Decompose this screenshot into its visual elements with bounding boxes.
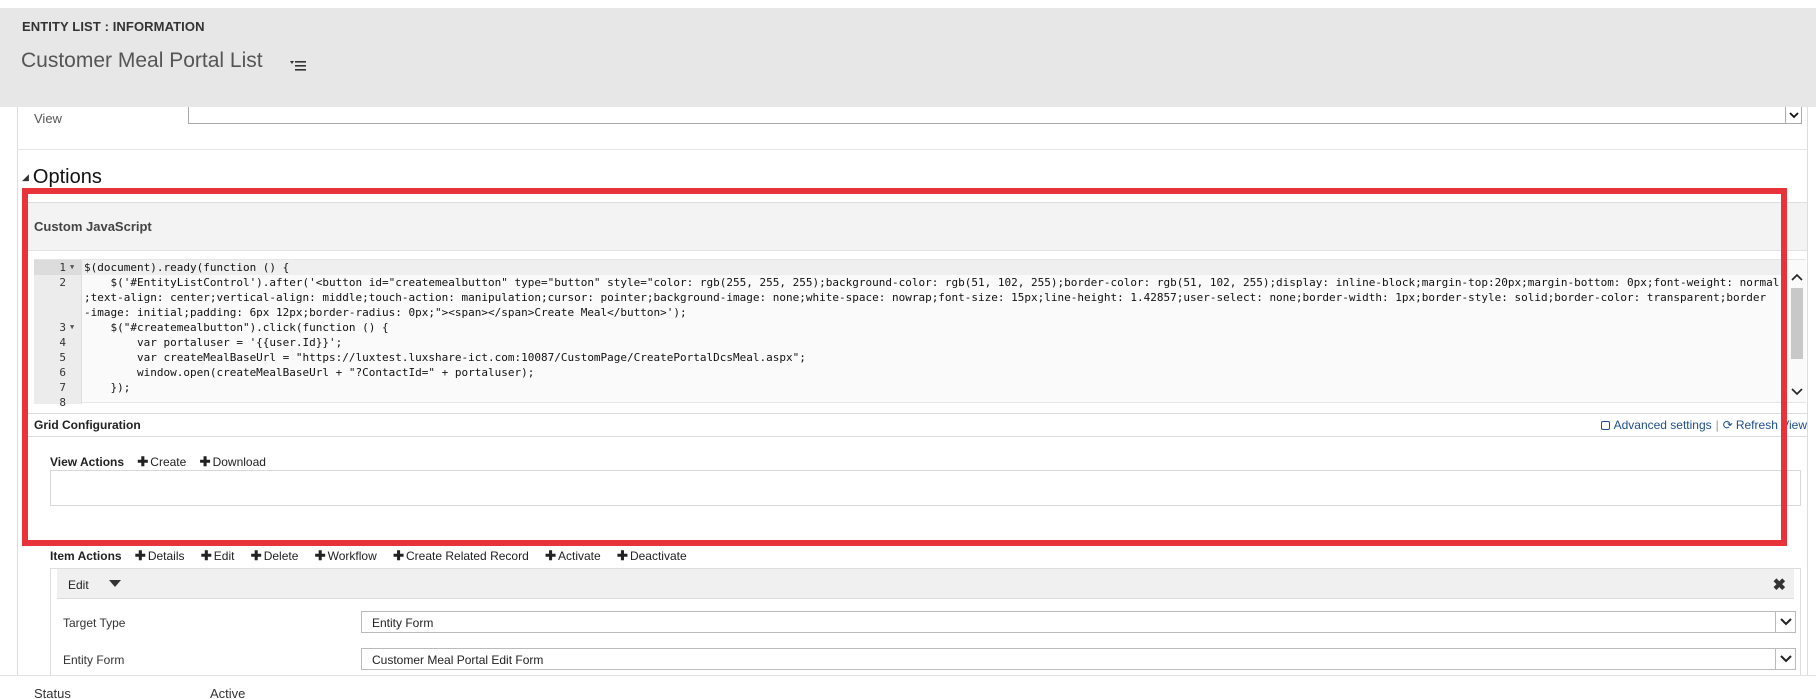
item-actions-title: Item Actions bbox=[50, 549, 122, 563]
page-title: Customer Meal Portal List bbox=[21, 49, 263, 72]
scroll-up-icon[interactable] bbox=[1790, 270, 1804, 284]
right-border bbox=[1807, 107, 1808, 699]
item-action-details[interactable]: ✚ Details bbox=[134, 548, 185, 563]
options-section-header[interactable]: ◢ Options bbox=[22, 166, 102, 189]
code-scrollbar[interactable] bbox=[1788, 270, 1806, 401]
chevron-down-icon[interactable] bbox=[1775, 612, 1795, 632]
status-row: Status Active bbox=[0, 675, 1816, 699]
options-title: Options bbox=[32, 166, 102, 188]
item-action-label: Create Related Record bbox=[406, 549, 529, 563]
chevron-down-icon[interactable] bbox=[1785, 107, 1801, 123]
plus-icon: ✚ bbox=[250, 548, 262, 563]
item-action-label: Workflow bbox=[327, 549, 377, 563]
edit-panel-header[interactable]: Edit ✖ bbox=[57, 569, 1794, 599]
entity-label: ENTITY LIST : INFORMATION bbox=[22, 19, 205, 34]
item-action-edit[interactable]: ✚ Edit bbox=[200, 548, 235, 563]
target-type-value: Entity Form bbox=[372, 616, 434, 630]
view-select[interactable] bbox=[188, 107, 1802, 124]
status-value: Active bbox=[210, 686, 246, 699]
view-field-row: View bbox=[0, 107, 1816, 143]
item-action-label: Activate bbox=[558, 549, 601, 563]
chevron-down-icon[interactable] bbox=[1775, 649, 1795, 669]
status-label: Status bbox=[34, 686, 71, 699]
view-label: View bbox=[34, 111, 62, 126]
entity-form-label: Entity Form bbox=[63, 653, 125, 667]
entity-form-select[interactable]: Customer Meal Portal Edit Form bbox=[361, 648, 1796, 670]
plus-icon: ✚ bbox=[393, 548, 405, 563]
target-type-select[interactable]: Entity Form bbox=[361, 611, 1796, 633]
plus-icon: ✚ bbox=[617, 548, 628, 563]
item-action-label: Details bbox=[147, 549, 185, 563]
entity-form-value: Customer Meal Portal Edit Form bbox=[372, 653, 544, 667]
item-action-label: Delete bbox=[263, 549, 299, 563]
plus-icon: ✚ bbox=[545, 548, 556, 563]
item-action-create-related-record[interactable]: ✚ Create Related Record bbox=[393, 548, 529, 563]
item-action-label: Deactivate bbox=[629, 549, 687, 563]
scrollbar-thumb[interactable] bbox=[1791, 288, 1803, 359]
page-header: ENTITY LIST : INFORMATION Customer Meal … bbox=[0, 8, 1816, 107]
item-action-label: Edit bbox=[213, 549, 235, 563]
collapse-triangle-icon[interactable]: ◢ bbox=[22, 172, 29, 182]
edit-panel-title: Edit bbox=[68, 578, 89, 592]
target-type-label: Target Type bbox=[63, 616, 126, 630]
plus-icon: ✚ bbox=[200, 548, 212, 563]
item-action-deactivate[interactable]: ✚ Deactivate bbox=[617, 548, 687, 563]
item-action-workflow[interactable]: ✚ Workflow bbox=[314, 548, 377, 563]
item-action-activate[interactable]: ✚ Activate bbox=[545, 548, 601, 563]
left-border bbox=[17, 107, 18, 699]
plus-icon: ✚ bbox=[134, 548, 146, 563]
divider bbox=[17, 149, 1807, 150]
close-icon[interactable]: ✖ bbox=[1773, 575, 1786, 595]
item-actions-row: Item Actions ✚ Details ✚ Edit ✚ Delete ✚ Wor… bbox=[50, 548, 700, 564]
item-action-delete[interactable]: ✚ Delete bbox=[250, 548, 299, 563]
plus-icon: ✚ bbox=[314, 548, 326, 563]
scroll-down-icon[interactable] bbox=[1790, 385, 1804, 399]
menu-icon[interactable] bbox=[290, 60, 306, 72]
highlight-annotation-box bbox=[22, 188, 1787, 546]
caret-down-icon[interactable] bbox=[109, 580, 121, 587]
